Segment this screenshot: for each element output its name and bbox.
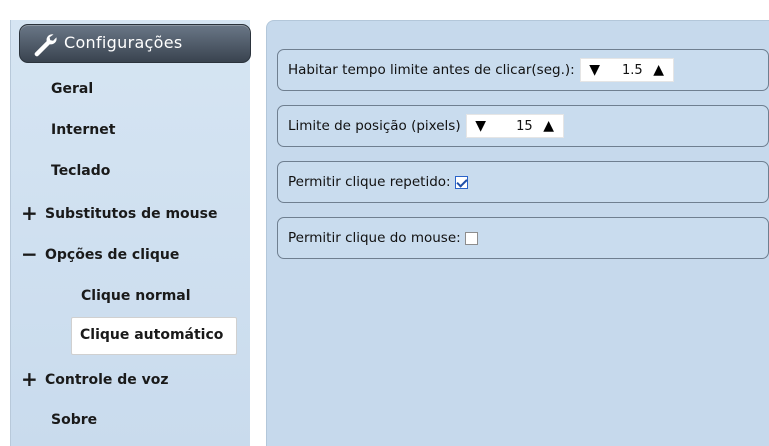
sidebar-item-controle-de-voz[interactable]: + Controle de voz xyxy=(21,369,169,389)
sidebar-item-internet[interactable]: Internet xyxy=(51,122,115,138)
sidebar-item-label: Geral xyxy=(51,81,94,97)
increment-icon[interactable]: ▲ xyxy=(541,118,557,134)
sidebar-title: Configurações xyxy=(64,33,183,52)
settings-panel: Habitar tempo limite antes de clicar(seg… xyxy=(266,20,769,446)
expand-icon[interactable]: + xyxy=(21,369,38,389)
sidebar-item-label: Internet xyxy=(51,122,116,138)
sidebar-item-label: Opções de clique xyxy=(45,247,180,263)
sidebar-item-teclado[interactable]: Teclado xyxy=(51,163,110,179)
setting-position-limit: Limite de posição (pixels) ▼ 15 ▲ xyxy=(277,105,769,147)
sidebar-item-substitutos-de-mouse[interactable]: + Substitutos de mouse xyxy=(21,203,218,223)
repeat-checkbox[interactable] xyxy=(454,175,468,189)
sidebar-item-label: Controle de voz xyxy=(45,372,169,388)
setting-mouse-click: Permitir clique do mouse: xyxy=(277,217,769,259)
mouse-checkbox[interactable] xyxy=(464,231,478,245)
sidebar: Configurações Geral Internet Teclado + Su… xyxy=(10,20,251,446)
sidebar-item-label: Clique automático xyxy=(80,327,224,343)
decrement-icon[interactable]: ▼ xyxy=(587,62,603,78)
timeout-label: Habitar tempo limite antes de clicar(seg… xyxy=(288,62,575,78)
sidebar-item-sobre[interactable]: Sobre xyxy=(51,412,97,428)
sidebar-item-clique-normal[interactable]: Clique normal xyxy=(81,288,191,304)
sidebar-item-label: Sobre xyxy=(51,412,98,428)
sidebar-header: Configurações xyxy=(19,24,251,63)
sidebar-item-label: Teclado xyxy=(51,163,111,179)
sidebar-item-label: Substitutos de mouse xyxy=(45,206,218,222)
position-value[interactable]: 15 xyxy=(489,119,541,134)
expand-icon[interactable]: + xyxy=(21,203,38,223)
decrement-icon[interactable]: ▼ xyxy=(473,118,489,134)
sidebar-item-opcoes-de-clique[interactable]: − Opções de clique xyxy=(21,244,180,264)
collapse-icon[interactable]: − xyxy=(21,244,38,264)
sidebar-item-geral[interactable]: Geral xyxy=(51,81,93,97)
increment-icon[interactable]: ▲ xyxy=(651,62,667,78)
timeout-value[interactable]: 1.5 xyxy=(603,63,651,78)
sidebar-item-clique-automatico[interactable]: Clique automático xyxy=(71,317,237,355)
sidebar-item-label: Clique normal xyxy=(81,288,191,304)
wrench-icon xyxy=(34,34,57,57)
setting-click-timeout: Habitar tempo limite antes de clicar(seg… xyxy=(277,49,769,91)
mouse-label: Permitir clique do mouse: xyxy=(288,230,461,246)
timeout-stepper[interactable]: ▼ 1.5 ▲ xyxy=(579,58,674,82)
position-label: Limite de posição (pixels) xyxy=(288,118,461,134)
repeat-label: Permitir clique repetido: xyxy=(288,174,451,190)
position-stepper[interactable]: ▼ 15 ▲ xyxy=(465,114,564,138)
setting-repeat-click: Permitir clique repetido: xyxy=(277,161,769,203)
